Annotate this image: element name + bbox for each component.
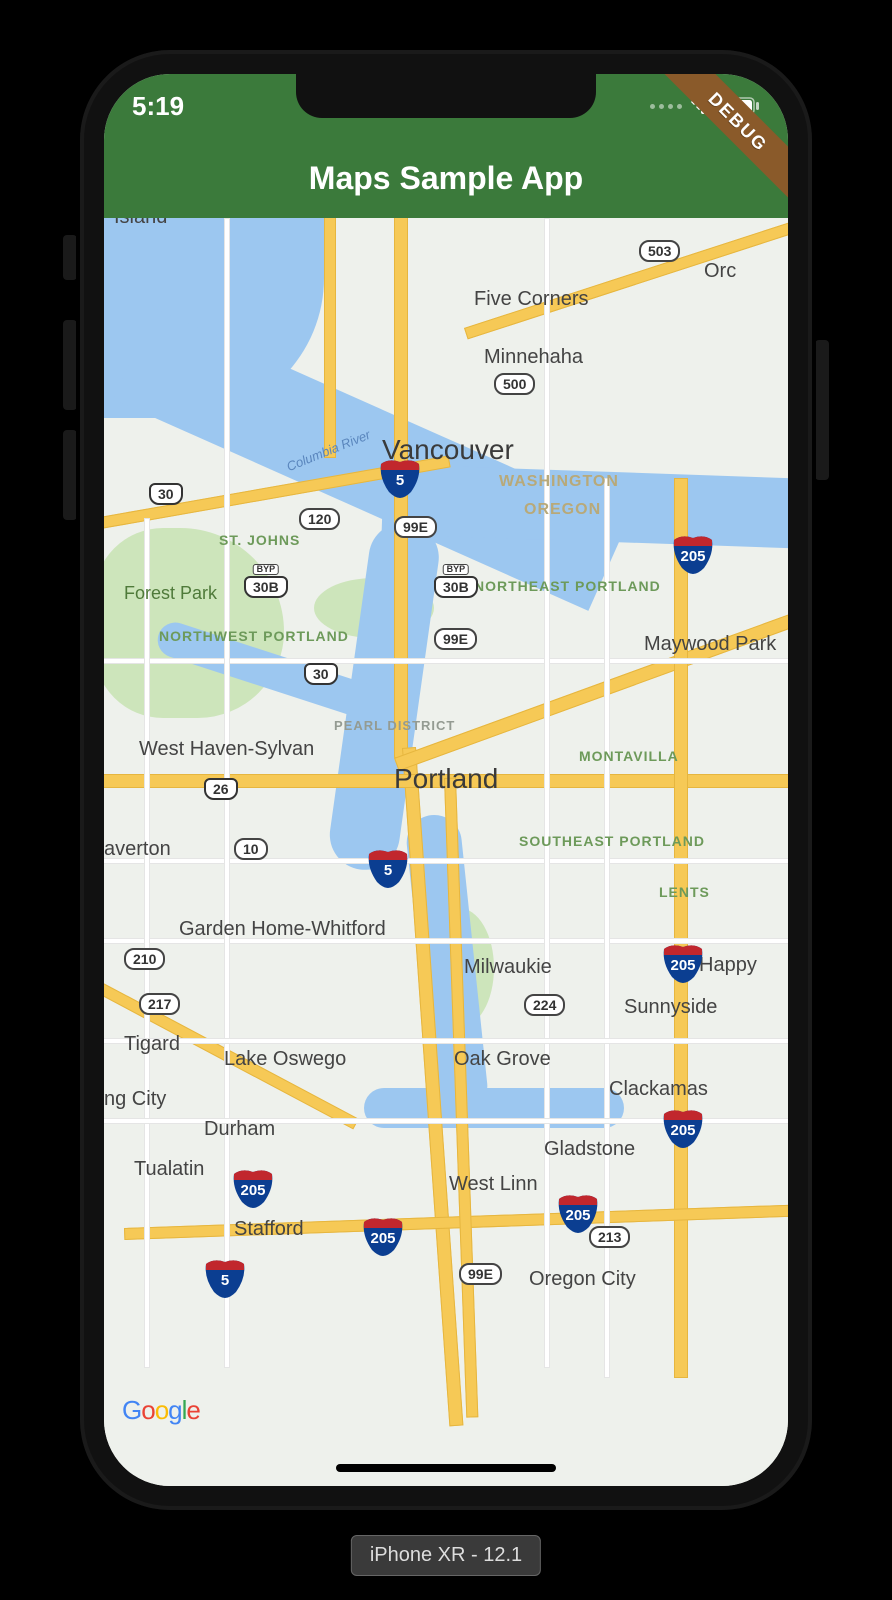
map-label-town: Tualatin: [134, 1158, 204, 1181]
map-label-town: Stafford: [234, 1218, 304, 1241]
map-label-town: Sunnyside: [624, 996, 717, 1019]
map-label-district: PEARL DISTRICT: [334, 718, 455, 733]
state-shield: 213: [589, 1226, 630, 1248]
state-shield: 99E: [459, 1263, 502, 1285]
state-shield: 210: [124, 948, 165, 970]
road: [104, 658, 788, 664]
map-label-town: ng City: [104, 1088, 166, 1111]
state-shield: 10: [234, 838, 268, 860]
state-shield: 224: [524, 994, 565, 1016]
map-label-town: Happy: [699, 954, 757, 977]
park-area: [104, 528, 284, 718]
road: [544, 218, 550, 1368]
shield-number: 5: [204, 1272, 246, 1289]
map-label-town: Garden Home-Whitford: [179, 918, 386, 941]
shield-number: 205: [359, 1230, 407, 1247]
state-shield: 217: [139, 993, 180, 1015]
map-label-town: Minnehaha: [484, 346, 583, 369]
shield-number: 5: [367, 862, 409, 879]
state-shield: 500: [494, 373, 535, 395]
state-shield: 99E: [394, 516, 437, 538]
app-bar: Maps Sample App: [104, 138, 788, 218]
mute-switch: [63, 235, 77, 280]
state-shield: 503: [639, 240, 680, 262]
map-label-state: WASHINGTON: [499, 473, 619, 491]
map-label-town: Oregon City: [529, 1268, 636, 1291]
us-shield: 30B: [434, 576, 478, 598]
map-label-town: Orc: [704, 260, 736, 283]
map-label-district: MONTAVILLA: [579, 748, 679, 764]
map-label-town: Lake Oswego: [224, 1048, 346, 1071]
us-shield: 30: [304, 663, 338, 685]
road: [104, 858, 788, 864]
cellular-icon: [650, 104, 682, 109]
map-label-district: NORTHWEST PORTLAND: [159, 628, 349, 644]
phone-screen: 5:19 DEBUG Maps Sample App: [104, 74, 788, 1486]
map-label-town: West Linn: [449, 1173, 538, 1196]
map-label-district: ST. JOHNS: [219, 532, 300, 548]
map-label-district: LENTS: [659, 884, 710, 900]
shield-number: 205: [554, 1207, 602, 1224]
map-label-town: Island: [114, 218, 167, 229]
shield-number: 205: [669, 548, 717, 565]
phone-frame: 5:19 DEBUG Maps Sample App: [80, 50, 812, 1510]
interstate-shield: 205: [659, 943, 707, 983]
map-label-town: West Haven-Sylvan: [139, 738, 314, 761]
highway: [324, 218, 336, 458]
interstate-shield: 5: [204, 1258, 246, 1298]
app-title: Maps Sample App: [309, 160, 583, 197]
map-label-city: Portland: [394, 763, 498, 795]
state-shield: 99E: [434, 628, 477, 650]
road: [104, 1038, 788, 1044]
us-shield: 26: [204, 778, 238, 800]
status-time: 5:19: [132, 91, 184, 122]
interstate-shield: 205: [229, 1168, 277, 1208]
us-shield: 30B: [244, 576, 288, 598]
map-label-town: Clackamas: [609, 1078, 708, 1101]
state-shield: 120: [299, 508, 340, 530]
power-button: [815, 340, 829, 480]
interstate-shield: 205: [659, 1108, 707, 1148]
volume-up-button: [63, 320, 77, 410]
interstate-shield: 205: [359, 1216, 407, 1256]
map-label-state: OREGON: [524, 501, 601, 519]
google-attribution: Google: [122, 1395, 200, 1426]
map-label-town: Maywood Park: [644, 633, 776, 656]
map-view[interactable]: Vancouver Portland WASHINGTON OREGON Col…: [104, 218, 788, 1486]
interstate-shield: 5: [367, 848, 409, 888]
road: [144, 518, 150, 1368]
shield-number: 205: [659, 1122, 707, 1139]
simulator-device-label: iPhone XR - 12.1: [351, 1535, 541, 1576]
shield-number: 205: [659, 957, 707, 974]
map-label-park: Forest Park: [124, 583, 217, 604]
shield-number: 205: [229, 1182, 277, 1199]
shield-number: 5: [379, 472, 421, 489]
map-label-town: Gladstone: [544, 1138, 635, 1161]
interstate-shield: 5: [379, 458, 421, 498]
notch: [296, 74, 596, 118]
interstate-shield: 205: [669, 534, 717, 574]
volume-down-button: [63, 430, 77, 520]
highway: [464, 218, 788, 339]
map-label-town: Tigard: [124, 1033, 180, 1056]
map-label-town: Durham: [204, 1118, 275, 1141]
map-label-town: Oak Grove: [454, 1048, 551, 1071]
us-shield: 30: [149, 483, 183, 505]
map-label-town: Milwaukie: [464, 956, 552, 979]
home-indicator[interactable]: [336, 1464, 556, 1472]
highway: [674, 478, 688, 1378]
map-label-town: averton: [104, 838, 171, 861]
map-label-town: Five Corners: [474, 288, 588, 311]
map-label-district: SOUTHEAST PORTLAND: [519, 833, 705, 849]
map-label-district: NORTHEAST PORTLAND: [474, 578, 661, 594]
